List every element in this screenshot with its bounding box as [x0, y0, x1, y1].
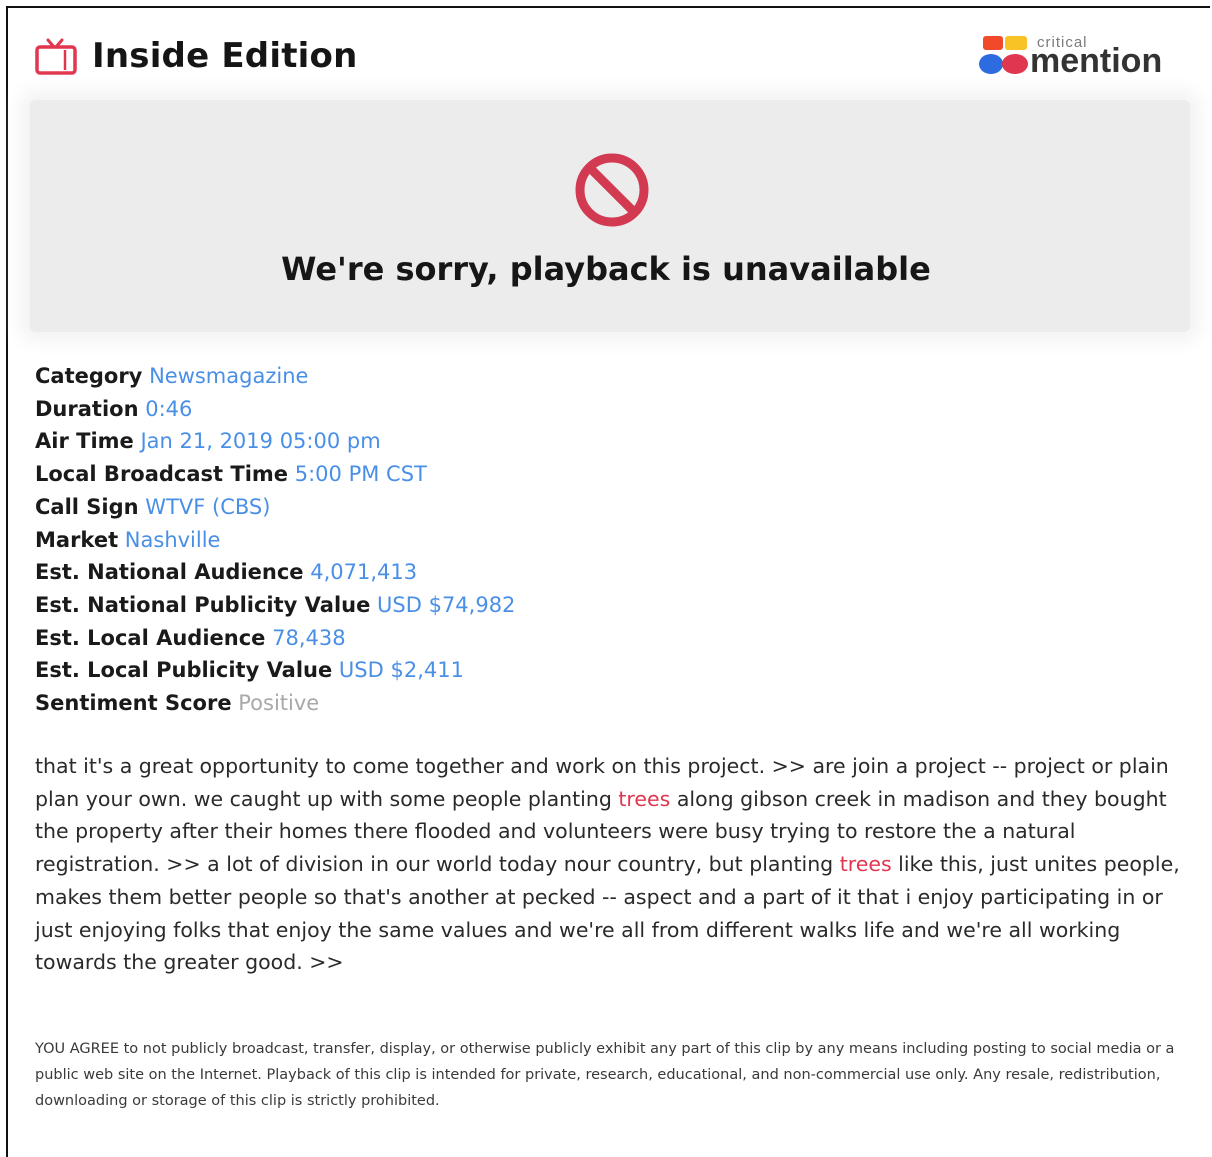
meta-label: Category [35, 364, 143, 388]
meta-row-duration: Duration 0:46 [35, 393, 515, 426]
meta-value[interactable]: 4,071,413 [310, 560, 417, 584]
ban-icon [572, 150, 652, 230]
meta-value[interactable]: 78,438 [272, 626, 345, 650]
meta-value: Positive [238, 691, 320, 716]
legal-disclaimer: YOU AGREE to not publicly broadcast, tra… [35, 1041, 1175, 1109]
keyword-highlight: trees [839, 852, 892, 877]
logo-dot-blue [979, 54, 1003, 74]
meta-value[interactable]: Jan 21, 2019 05:00 pm [140, 429, 380, 453]
meta-label: Est. Local Audience [35, 625, 266, 650]
meta-row-local-audience: Est. Local Audience 78,438 [35, 622, 515, 655]
transcript: that it's a great opportunity to come to… [35, 750, 1195, 979]
show-title: Inside Edition [92, 36, 358, 76]
meta-label: Market [35, 527, 119, 552]
meta-label: Est. National Publicity Value [35, 592, 371, 617]
header: Inside Edition [34, 36, 357, 76]
meta-row-market: Market Nashville [35, 524, 515, 557]
meta-row-national-audience: Est. National Audience 4,071,413 [35, 556, 515, 589]
meta-label: Est. Local Publicity Value [35, 658, 333, 683]
logo-dots [975, 34, 1035, 78]
clip-metadata: Category Newsmagazine Duration 0:46 Air … [35, 360, 515, 720]
meta-row-local-broadcast-time: Local Broadcast Time 5:00 PM CST [35, 458, 515, 491]
meta-label: Air Time [35, 429, 134, 454]
meta-value[interactable]: 5:00 PM CST [295, 462, 427, 486]
critical-mention-logo[interactable]: critical mention [975, 34, 1185, 80]
meta-row-air-time: Air Time Jan 21, 2019 05:00 pm [35, 425, 515, 458]
keyword-highlight: trees [618, 786, 671, 811]
logo-dot-red [1002, 54, 1028, 74]
meta-value[interactable]: WTVF (CBS) [145, 495, 270, 519]
meta-row-call-sign: Call Sign WTVF (CBS) [35, 491, 515, 524]
meta-value[interactable]: Newsmagazine [149, 364, 308, 388]
meta-label: Est. National Audience [35, 560, 304, 585]
meta-label: Duration [35, 396, 139, 421]
meta-row-national-publicity-value: Est. National Publicity Value USD $74,98… [35, 589, 515, 622]
logo-big-text: mention [1030, 42, 1163, 80]
meta-row-local-publicity-value: Est. Local Publicity Value USD $2,411 [35, 654, 515, 687]
playback-unavailable-message: We're sorry, playback is unavailable [281, 250, 931, 288]
meta-label: Local Broadcast Time [35, 462, 289, 487]
meta-value[interactable]: USD $74,982 [377, 593, 515, 617]
meta-row-sentiment-score: Sentiment Score Positive [35, 687, 515, 720]
logo-dot-orange [983, 36, 1003, 50]
meta-value[interactable]: Nashville [125, 528, 221, 552]
meta-label: Call Sign [35, 494, 139, 519]
meta-value[interactable]: 0:46 [145, 397, 192, 421]
meta-value[interactable]: USD $2,411 [339, 658, 464, 682]
logo-dot-yellow [1005, 36, 1027, 50]
meta-label: Sentiment Score [35, 691, 232, 716]
meta-row-category: Category Newsmagazine [35, 360, 515, 393]
tv-icon [34, 36, 78, 76]
